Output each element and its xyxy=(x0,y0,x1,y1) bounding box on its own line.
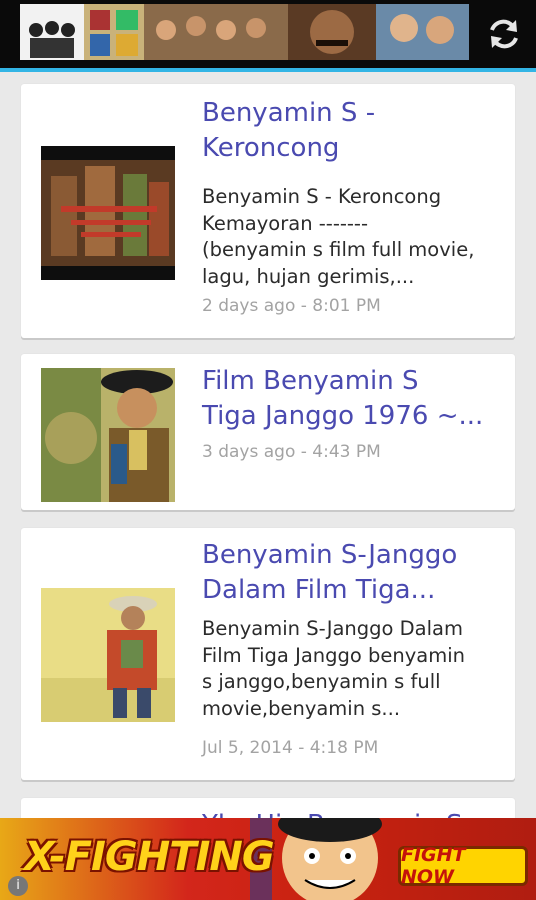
video-feed[interactable]: Benyamin S - Keroncong Benyamin S - Kero… xyxy=(0,72,536,818)
top-bar xyxy=(0,0,536,68)
item-timestamp: 2 days ago - 8:01 PM xyxy=(202,296,381,316)
list-item[interactable]: Ykc Hiu Benyamin S xyxy=(21,798,515,818)
item-title[interactable]: Ykc Hiu Benyamin S xyxy=(202,808,502,818)
ad-info-icon[interactable]: i xyxy=(8,876,28,896)
refresh-button[interactable] xyxy=(480,10,528,58)
item-title[interactable]: Film Benyamin S Tiga Janggo 1976 ~... xyxy=(202,364,502,434)
list-item[interactable]: Film Benyamin S Tiga Janggo 1976 ~... 3 … xyxy=(21,354,515,510)
item-title[interactable]: Benyamin S-Janggo Dalam Film Tiga... xyxy=(202,538,502,608)
thumbnail[interactable] xyxy=(41,146,175,280)
item-timestamp: Jul 5, 2014 - 4:18 PM xyxy=(202,738,379,758)
list-item[interactable]: Benyamin S - Keroncong Benyamin S - Kero… xyxy=(21,84,515,338)
list-item[interactable]: Benyamin S-Janggo Dalam Film Tiga... Ben… xyxy=(21,528,515,780)
banner-image[interactable] xyxy=(20,4,469,60)
item-description: Benyamin S - Keroncong Kemayoran -------… xyxy=(202,185,475,288)
video-thumbnail-image xyxy=(41,588,175,722)
ad-banner[interactable]: X-FIGHTING FIGHT NOW xyxy=(0,818,536,900)
fight-now-button[interactable]: FIGHT NOW xyxy=(398,844,528,888)
ad-logo: X-FIGHTING xyxy=(24,834,275,880)
item-timestamp: 3 days ago - 4:43 PM xyxy=(202,442,381,462)
thumbnail[interactable] xyxy=(41,368,175,502)
item-description: Benyamin S-Janggo Dalam Film Tiga Janggo… xyxy=(202,617,466,720)
item-title[interactable]: Benyamin S - Keroncong xyxy=(202,96,502,166)
thumbnail[interactable] xyxy=(41,588,175,722)
video-thumbnail-image xyxy=(41,368,175,502)
video-thumbnail-image xyxy=(41,146,175,280)
refresh-icon xyxy=(490,19,518,49)
photo-collage-banner xyxy=(20,4,469,60)
